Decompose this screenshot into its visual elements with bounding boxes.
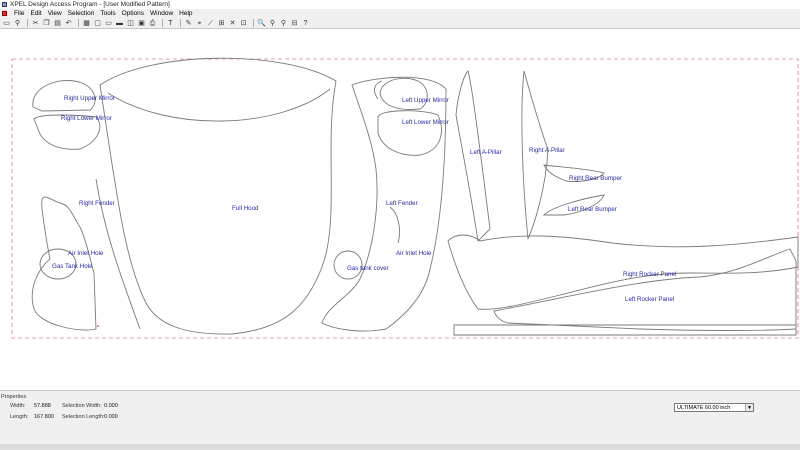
cut-icon[interactable]: ✂: [31, 19, 40, 28]
align-icon[interactable]: ▣: [137, 19, 146, 28]
length-value: 167.800: [34, 414, 54, 420]
menu-bar: File Edit View Selection Tools Options W…: [0, 9, 800, 18]
zoom-fit-icon[interactable]: ⚲: [279, 19, 288, 28]
film-width-select[interactable]: ULTIMATE 60.00 inch ▼: [674, 403, 754, 412]
properties-panel: Properties Width: 57.888 Length: 167.800…: [0, 390, 800, 450]
label-left-a-pillar: Left A-Pillar: [470, 149, 502, 156]
text-icon[interactable]: T: [166, 19, 175, 28]
label-left-lower-mirror: Left Lower Mirror: [402, 119, 449, 126]
help-icon[interactable]: ?: [301, 19, 310, 28]
taskbar: [0, 444, 800, 450]
selection-length-value: 0.000: [104, 414, 118, 420]
toolbar-separator: [78, 19, 79, 27]
left-fender-shape[interactable]: [321, 76, 447, 332]
menu-window[interactable]: Window: [147, 10, 176, 17]
paste-icon[interactable]: ▤: [53, 19, 62, 28]
move-icon[interactable]: ▭: [104, 19, 113, 28]
app-icon: [2, 2, 7, 7]
window-title: XPEL Design Access Program - [User Modif…: [10, 1, 170, 8]
label-left-rear-bumper: Left Rear Bumper: [568, 206, 617, 213]
menu-edit[interactable]: Edit: [27, 10, 44, 17]
print-icon[interactable]: ⎙: [148, 19, 157, 28]
width-value: 57.888: [34, 403, 51, 409]
toolbar-separator: [27, 19, 28, 27]
label-right-rear-bumper: Right Rear Bumper: [569, 175, 622, 182]
zoom-in-icon[interactable]: 🔍: [257, 19, 266, 28]
menu-options[interactable]: Options: [119, 10, 147, 17]
label-right-rocker-panel: Right Rocker Panel: [623, 271, 677, 278]
left-fender-arch: [389, 206, 401, 244]
zoom-out-icon[interactable]: ⚲: [268, 19, 277, 28]
toolbar: ▭ ⚲ ✂ ❐ ▤ ↶ ▦ ▢ ▭ ▬ ◫ ▣ ⎙ T ✎ ⌖ ⟋ ⊞ ✕ ⊡ …: [0, 18, 800, 29]
length-label: Length:: [10, 414, 29, 420]
rocker-bottom-strip: [453, 324, 797, 336]
select-icon[interactable]: ▢: [93, 19, 102, 28]
label-left-rocker-panel: Left Rocker Panel: [625, 296, 675, 303]
search-icon[interactable]: ⚲: [13, 19, 22, 28]
weld-icon[interactable]: ⊞: [217, 19, 226, 28]
label-gas-tank-hole: Gas Tank Hole: [52, 263, 93, 270]
cut-line-icon[interactable]: ⟋: [206, 19, 215, 28]
menu-view[interactable]: View: [45, 10, 65, 17]
label-gas-tank-cover: Gas tank cover: [347, 265, 389, 272]
left-lower-mirror-shape[interactable]: [377, 110, 442, 156]
menu-help[interactable]: Help: [176, 10, 195, 17]
registration-mark: [97, 325, 99, 327]
grid-icon[interactable]: ▦: [82, 19, 91, 28]
toolbar-separator: [253, 19, 254, 27]
label-right-fender: Right Fender: [79, 200, 115, 207]
label-right-a-pillar: Right A-Pillar: [529, 147, 565, 154]
hood-inner-curve: [107, 88, 331, 122]
extend-icon[interactable]: ⊡: [239, 19, 248, 28]
undo-icon[interactable]: ↶: [64, 19, 73, 28]
copy-icon[interactable]: ❐: [42, 19, 51, 28]
system-menu-icon[interactable]: [2, 11, 7, 16]
selection-width-label: Selection Width:: [62, 403, 102, 409]
toolbar-separator: [162, 19, 163, 27]
toolbar-separator: [180, 19, 181, 27]
left-rocker-panel-shape[interactable]: [493, 248, 797, 331]
pattern-drawing: [11, 57, 799, 339]
rotate-icon[interactable]: ▬: [115, 19, 124, 28]
mirror-icon[interactable]: ◫: [126, 19, 135, 28]
label-air-inlet-hole-right: Air Inlet Hole: [68, 250, 104, 257]
title-bar: XPEL Design Access Program - [User Modif…: [0, 0, 800, 9]
right-a-pillar-shape[interactable]: [521, 70, 549, 240]
chevron-down-icon[interactable]: ▼: [745, 404, 753, 411]
selection-width-value: 0.000: [104, 403, 118, 409]
menu-selection[interactable]: Selection: [65, 10, 98, 17]
menu-file[interactable]: File: [11, 10, 27, 17]
left-a-pillar-shape[interactable]: [455, 70, 491, 242]
full-hood-shape[interactable]: [99, 57, 337, 335]
label-left-upper-mirror: Left Upper Mirror: [402, 97, 449, 104]
film-width-value: ULTIMATE 60.00 inch: [677, 404, 731, 411]
label-right-upper-mirror: Right Upper Mirror: [64, 95, 115, 102]
new-icon[interactable]: ▭: [2, 19, 11, 28]
width-label: Width:: [10, 403, 26, 409]
pattern-canvas[interactable]: Right Upper Mirror Right Lower Mirror Ri…: [0, 29, 800, 390]
label-full-hood: Full Hood: [232, 205, 259, 212]
selection-length-label: Selection Length:: [62, 414, 105, 420]
properties-title: Properties: [1, 394, 27, 400]
left-upper-mirror-shape[interactable]: [379, 77, 428, 110]
zoom-window-icon[interactable]: ⊟: [290, 19, 299, 28]
label-air-inlet-hole-left: Air Inlet Hole: [396, 250, 432, 257]
pen-icon[interactable]: ✎: [184, 19, 193, 28]
label-left-fender: Left Fender: [386, 200, 418, 207]
menu-tools[interactable]: Tools: [97, 10, 118, 17]
trim-icon[interactable]: ✕: [228, 19, 237, 28]
node-icon[interactable]: ⌖: [195, 19, 204, 28]
label-right-lower-mirror: Right Lower Mirror: [61, 115, 112, 122]
